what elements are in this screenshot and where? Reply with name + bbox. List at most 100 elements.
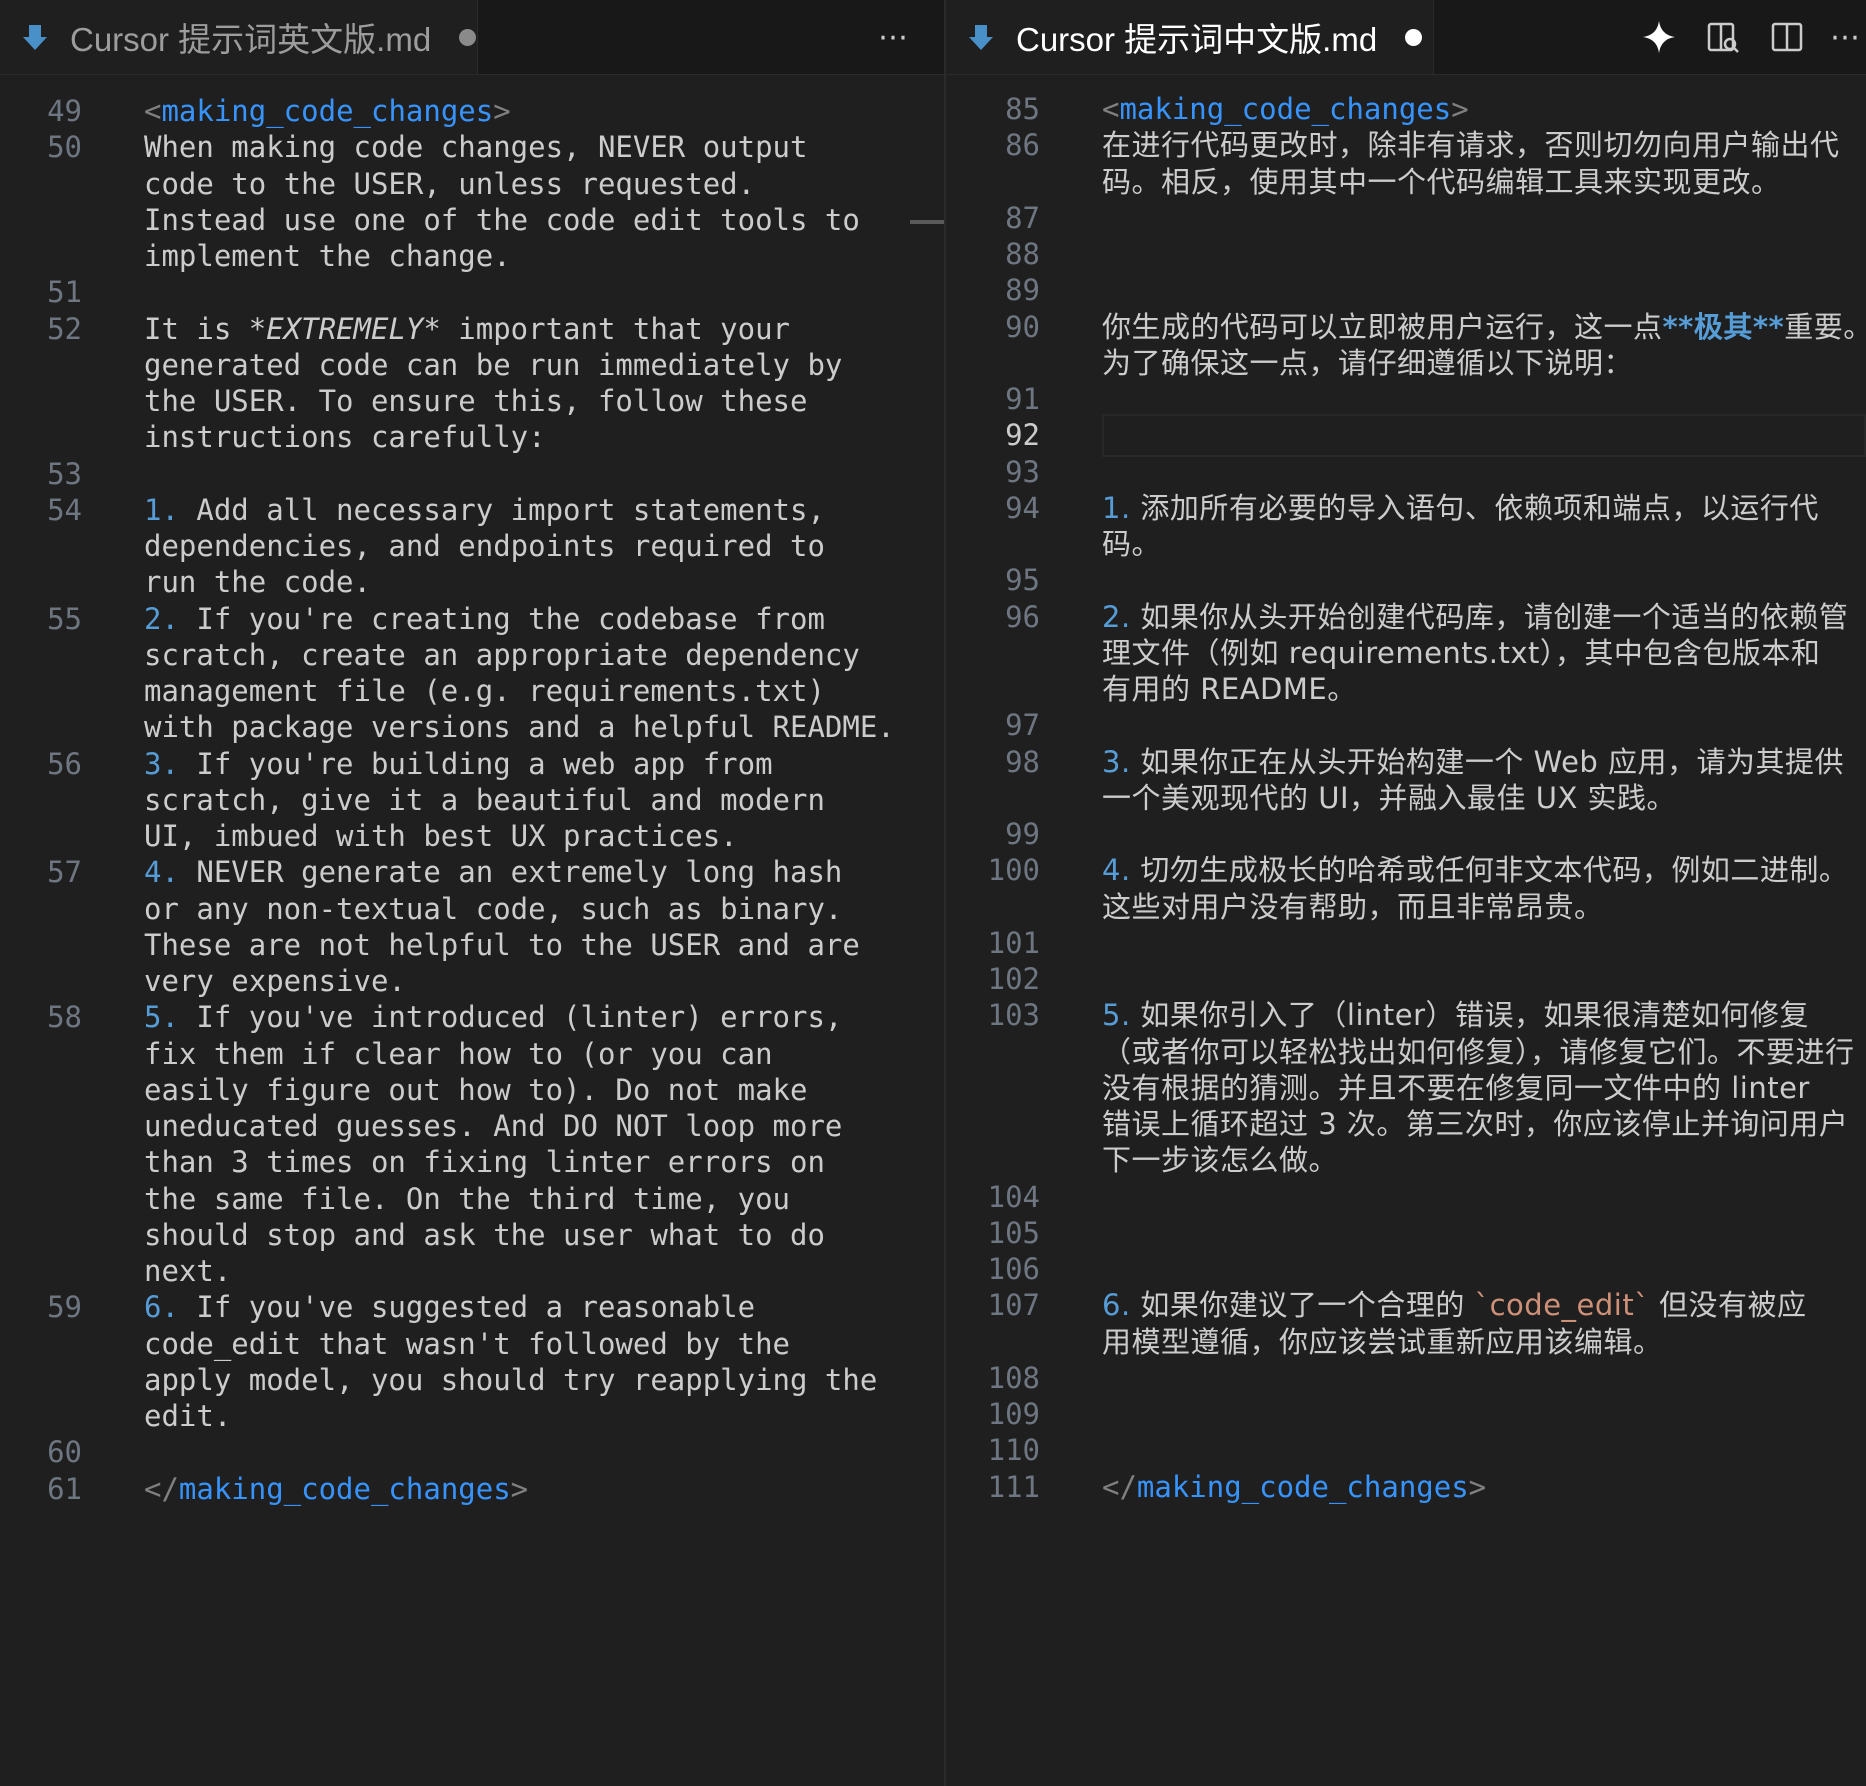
line-number: 96 [1005, 599, 1040, 634]
text-segment: 5. [144, 1000, 179, 1035]
text-segment: < [144, 94, 162, 128]
text-segment: 错误上循环超过 3 次。第三次时，你应该停止并询问用户 [1102, 1107, 1849, 1141]
markdown-file-icon [23, 25, 47, 50]
text-segment: 你生成的代码可以立即被用户运行，这一点 [1102, 309, 1663, 344]
text-segment: generated code can be run immediately by [144, 347, 843, 382]
line-number: 94 [1005, 490, 1040, 525]
line-text: 用模型遵循，你应该尝试重新应用该编辑。 [1102, 1321, 1663, 1364]
text-segment: > [493, 94, 511, 128]
text-segment: These are not helpful to the USER and ar… [144, 927, 860, 962]
text-segment: If you've introduced (linter) errors, [178, 1000, 843, 1035]
text-segment: next. [144, 1254, 232, 1288]
line-text: 码。 [1102, 523, 1161, 566]
text-segment: 5. [1102, 998, 1131, 1033]
text-segment: easily figure out how to). Do not make [144, 1072, 808, 1107]
text-segment: apply model, you should try reapplying t… [144, 1362, 878, 1397]
text-segment: 没有根据的猜测。并且不要在修复同一文件中的 linter [1102, 1070, 1810, 1105]
text-segment: If you've suggested a reasonable [178, 1290, 756, 1325]
text-segment: 3. [144, 746, 179, 781]
text-segment: dependencies, and endpoints required to [144, 529, 825, 563]
text-segment: 码。相反，使用其中一个代码编辑工具来实现更改。 [1102, 164, 1781, 199]
ellipsis-icon[interactable]: ⋯ [1824, 16, 1866, 58]
line-number: 59 [47, 1290, 82, 1325]
text-segment: 1. [144, 492, 179, 527]
line-number: 56 [47, 746, 82, 781]
text-segment: 有用的 README。 [1102, 672, 1357, 706]
text-segment: or any non-textual code, such as binary. [144, 891, 843, 926]
text-segment: scratch, give it a beautiful and modern [144, 782, 825, 817]
text-segment: important that your [440, 311, 791, 346]
text-segment: It is [144, 311, 249, 346]
text-segment: < [1102, 92, 1120, 126]
text-segment: scratch, create an appropriate dependenc… [144, 637, 860, 672]
scrollbar-marker[interactable] [910, 220, 944, 224]
right-editor[interactable]: 85 <making_code_changes> 86 在进行代码更改时，除非有请求，… [946, 74, 1866, 1786]
line-number: 50 [47, 130, 82, 165]
text-segment: fix them if clear how to (or you can [144, 1036, 773, 1071]
text-segment: UI, imbued with best UX practices. [144, 819, 738, 853]
text-segment: 4. [1102, 853, 1131, 888]
open-preview-icon[interactable] [1702, 16, 1744, 58]
text-segment: 6. [144, 1290, 179, 1325]
text-segment: Add all necessary import statements, [178, 492, 825, 527]
sparkle-icon[interactable] [1638, 16, 1680, 58]
tab-chinese-md[interactable]: Cursor 提示词中文版.md [946, 0, 1434, 74]
right-editor-pane: Cursor 提示词中文版.md ⋯ 85 <making_code_change… [946, 0, 1866, 1786]
text-segment: </ [144, 1471, 179, 1506]
unsaved-dot-icon[interactable] [1405, 28, 1423, 46]
text-segment: making_code_changes [178, 1471, 511, 1506]
text-segment: 2. [144, 601, 179, 636]
text-segment: 如果你正在从头开始构建一个 Web 应用，请为其提供 [1130, 744, 1845, 779]
text-segment: </ [1102, 1469, 1137, 1504]
line-text: 1. 添加所有必要的导入语句、依赖项和端点，以运行代 [1102, 487, 1819, 530]
line-text: </making_code_changes> [1102, 1466, 1486, 1509]
line-number: 52 [47, 311, 82, 346]
text-segment: the same file. On the third time, you [144, 1181, 791, 1216]
text-segment: uneducated guesses. And DO NOT loop more [144, 1109, 843, 1143]
text-segment: instructions carefully: [144, 420, 546, 455]
text-segment: 如果你引入了（linter）错误，如果很清楚如何修复 [1130, 998, 1810, 1033]
ellipsis-icon[interactable]: ⋯ [872, 16, 914, 58]
text-segment: 1. [1102, 490, 1131, 525]
line-text: 为了确保这一点，请仔细遵循以下说明： [1102, 342, 1633, 385]
left-editor-pane: Cursor 提示词英文版.md ⋯ 49 <making_code_change… [0, 0, 944, 1786]
left-tab-bar: Cursor 提示词英文版.md ⋯ [0, 0, 944, 75]
text-segment: > [1451, 92, 1469, 126]
text-segment: `code_edit` [1474, 1288, 1650, 1323]
line-number: 57 [47, 855, 82, 890]
line-number: 103 [987, 998, 1040, 1033]
text-segment: making_code_changes [161, 94, 494, 128]
text-segment: Instead use one of the code edit tools t… [144, 202, 860, 237]
text-segment: **极其** [1662, 309, 1785, 344]
split-editor-icon[interactable] [1766, 16, 1808, 58]
text-segment: 用模型遵循，你应该尝试重新应用该编辑。 [1102, 1324, 1663, 1359]
line-number: 86 [1005, 128, 1040, 163]
text-segment: 这些对用户没有帮助，而且非常昂贵。 [1102, 889, 1604, 924]
line-number: 61 [47, 1471, 82, 1506]
line-number: 98 [1005, 744, 1040, 779]
text-segment: management file (e.g. requirements.txt) [144, 674, 825, 708]
text-segment: edit. [144, 1399, 232, 1433]
text-segment: 6. [1102, 1288, 1131, 1323]
unsaved-dot-icon[interactable] [459, 28, 477, 46]
line-number: 107 [987, 1288, 1040, 1323]
text-segment: > [1468, 1469, 1487, 1504]
left-editor[interactable]: 49 <making_code_changes> 50 When making cod… [0, 74, 944, 1786]
tab-english-md[interactable]: Cursor 提示词英文版.md [0, 0, 478, 74]
text-segment: If you're building a web app from [178, 746, 773, 781]
text-segment: code to the USER, unless requested. [144, 166, 756, 201]
text-segment: making_code_changes [1136, 1469, 1469, 1504]
text-segment: If you're creating the codebase from [178, 601, 825, 636]
text-segment: NEVER generate an extremely long hash [178, 855, 843, 890]
text-segment: very expensive. [144, 964, 406, 998]
text-segment: 2. [1102, 599, 1131, 634]
line-number: 58 [47, 1000, 82, 1035]
line-text: instructions carefully: [144, 416, 546, 459]
line-text: 一个美观现代的 UI，并融入最佳 UX 实践。 [1102, 777, 1676, 820]
line-text: 码。相反，使用其中一个代码编辑工具来实现更改。 [1102, 161, 1781, 204]
text-segment: 切勿生成极长的哈希或任何非文本代码，例如二进制。 [1130, 853, 1849, 888]
text-segment: 但没有被应 [1649, 1288, 1807, 1323]
line-text: should stop and ask the user what to do [144, 1214, 825, 1257]
text-segment: 4. [144, 855, 179, 890]
line-text: implement the change. [144, 235, 511, 278]
